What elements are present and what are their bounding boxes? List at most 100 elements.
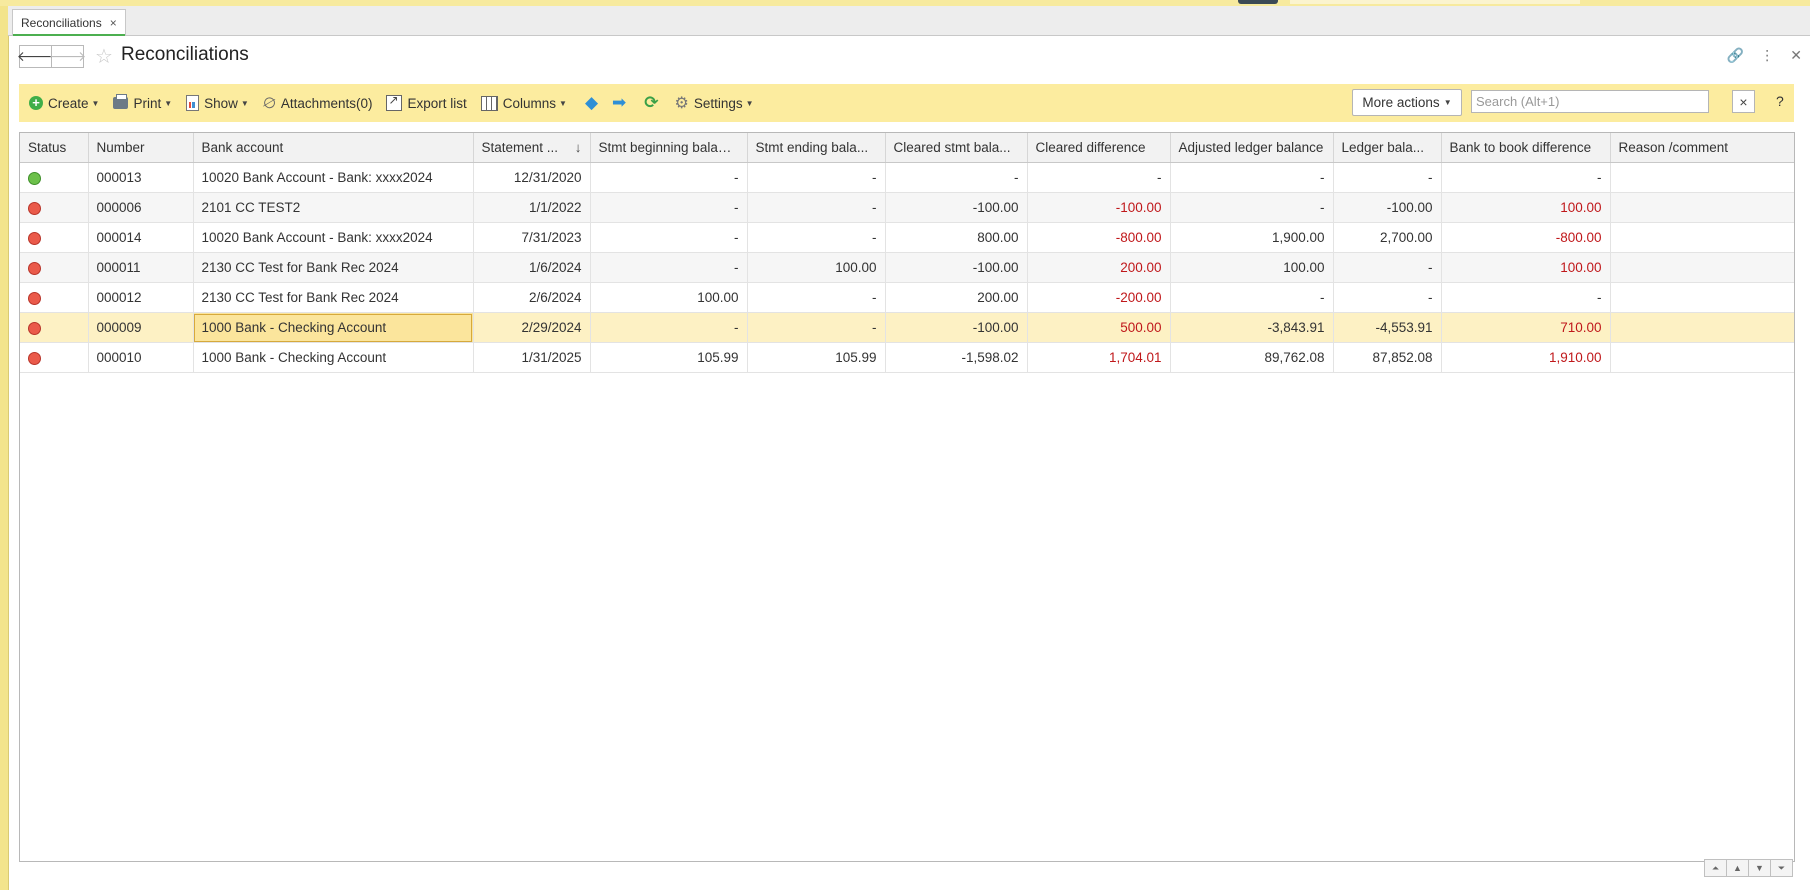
printer-icon xyxy=(113,94,129,109)
tab-reconciliations[interactable]: Reconciliations × xyxy=(12,9,126,36)
bank-to-book-difference-cell: - xyxy=(1441,162,1611,193)
page-title: Reconciliations xyxy=(121,44,249,65)
status-cell xyxy=(20,192,89,223)
table-row[interactable]: 000011 2130 CC Test for Bank Rec 2024 1/… xyxy=(20,252,1794,283)
cleared-stmt-balance-cell: -1,598.02 xyxy=(885,342,1028,373)
tab-label: Reconciliations xyxy=(21,16,102,30)
print-button[interactable]: Print ▼ xyxy=(113,94,172,111)
forward-button[interactable]: 🡒 xyxy=(49,45,86,68)
column-header-cleared-stmt-balance[interactable]: Cleared stmt bala... xyxy=(885,133,1028,163)
reason-comment-cell xyxy=(1610,312,1794,343)
table-row[interactable]: 000012 2130 CC Test for Bank Rec 2024 2/… xyxy=(20,282,1794,313)
stmt-beginning-balance-cell: - xyxy=(590,222,748,253)
columns-icon xyxy=(480,95,498,111)
back-button[interactable]: 🡐 xyxy=(17,45,54,68)
table-row[interactable]: 000010 1000 Bank - Checking Account 1/31… xyxy=(20,342,1794,373)
settings-label: Settings xyxy=(693,95,743,111)
number-cell: 000011 xyxy=(88,252,194,283)
ledger-balance-cell: -100.00 xyxy=(1333,192,1442,223)
bank-account-cell: 2130 CC Test for Bank Rec 2024 xyxy=(193,282,474,313)
reason-comment-cell xyxy=(1610,192,1794,223)
ledger-balance-cell: -4,553.91 xyxy=(1333,312,1442,343)
number-cell: 000006 xyxy=(88,192,194,223)
top-strip-light-block xyxy=(1290,0,1580,4)
status-green-icon xyxy=(28,171,41,185)
column-header-stmt-beginning-balance[interactable]: Stmt beginning balance xyxy=(590,133,748,163)
adjusted-ledger-balance-cell: 89,762.08 xyxy=(1170,342,1334,373)
status-cell xyxy=(20,222,89,253)
column-header-ledger-balance[interactable]: Ledger bala... xyxy=(1333,133,1442,163)
scroll-top-icon[interactable]: ⏶ xyxy=(1704,859,1727,877)
help-button[interactable]: ? xyxy=(1776,93,1784,109)
column-header-statement-date-label: Statement ... xyxy=(481,140,559,155)
link-icon[interactable]: 🔗 xyxy=(1727,47,1744,64)
scroll-buttons: ⏶ ▲ ▼ ⏷ xyxy=(1704,859,1793,877)
column-header-adjusted-ledger-balance[interactable]: Adjusted ledger balance xyxy=(1170,133,1334,163)
close-icon[interactable]: ✕ xyxy=(1790,47,1802,64)
number-cell: 000014 xyxy=(88,222,194,253)
bank-to-book-difference-cell: - xyxy=(1441,282,1611,313)
more-actions-button[interactable]: More actions ▼ xyxy=(1352,89,1462,116)
columns-button[interactable]: Columns ▼ xyxy=(480,95,567,111)
column-header-stmt-ending-balance[interactable]: Stmt ending bala... xyxy=(747,133,886,163)
more-vertical-icon[interactable]: ⋮ xyxy=(1760,47,1774,64)
number-cell: 000012 xyxy=(88,282,194,313)
cleared-stmt-balance-cell: -100.00 xyxy=(885,312,1028,343)
settings-button[interactable]: ⚙ Settings ▼ xyxy=(675,93,754,113)
export-icon xyxy=(386,93,403,111)
search-clear-button[interactable]: × xyxy=(1732,90,1755,113)
chevron-down-icon: ▼ xyxy=(91,98,100,108)
chevron-down-icon: ▼ xyxy=(559,98,567,108)
search-input[interactable]: Search (Alt+1) xyxy=(1471,90,1709,113)
ledger-balance-cell: - xyxy=(1333,162,1442,193)
table-row[interactable]: 000006 2101 CC TEST2 1/1/2022 - - -100.0… xyxy=(20,192,1794,223)
status-red-icon xyxy=(28,231,41,245)
column-header-statement-date[interactable]: Statement ... ↓ xyxy=(473,133,591,163)
show-label: Show xyxy=(204,95,238,111)
previous-arrow-icon[interactable]: ◆ xyxy=(585,93,598,113)
table-row[interactable]: 000013 10020 Bank Account - Bank: xxxx20… xyxy=(20,162,1794,193)
bank-to-book-difference-cell: -800.00 xyxy=(1441,222,1611,253)
statement-date-cell: 1/1/2022 xyxy=(473,192,591,223)
more-actions-label: More actions xyxy=(1362,95,1440,110)
column-header-bank-account[interactable]: Bank account xyxy=(193,133,474,163)
stmt-beginning-balance-cell: 105.99 xyxy=(590,342,748,373)
table-header-row: Status Number Bank account Statement ...… xyxy=(20,133,1794,163)
export-list-button[interactable]: Export list xyxy=(386,93,467,111)
column-header-number[interactable]: Number xyxy=(88,133,194,163)
refresh-icon[interactable]: ⟳ xyxy=(644,93,658,113)
tab-close-icon[interactable]: × xyxy=(110,16,117,30)
column-header-status[interactable]: Status xyxy=(20,133,89,163)
column-header-cleared-difference[interactable]: Cleared difference xyxy=(1027,133,1171,163)
scroll-up-icon[interactable]: ▲ xyxy=(1726,859,1749,877)
reason-comment-cell xyxy=(1610,252,1794,283)
show-button[interactable]: Show ▼ xyxy=(186,95,249,111)
export-list-label: Export list xyxy=(407,95,467,111)
favorite-star-icon[interactable]: ☆ xyxy=(95,44,113,69)
statement-date-cell: 1/31/2025 xyxy=(473,342,591,373)
status-red-icon xyxy=(28,261,41,275)
bank-account-cell: 1000 Bank - Checking Account xyxy=(193,342,474,373)
bank-account-cell-focused[interactable]: 1000 Bank - Checking Account xyxy=(193,312,474,343)
statement-date-cell: 1/6/2024 xyxy=(473,252,591,283)
chevron-down-icon: ▼ xyxy=(240,98,249,108)
reason-comment-cell xyxy=(1610,282,1794,313)
adjusted-ledger-balance-cell: 1,900.00 xyxy=(1170,222,1334,253)
scroll-down-icon[interactable]: ▼ xyxy=(1748,859,1771,877)
cleared-stmt-balance-cell: - xyxy=(885,162,1028,193)
next-arrow-icon[interactable]: ➡ xyxy=(612,93,626,113)
table-row[interactable]: 000014 10020 Bank Account - Bank: xxxx20… xyxy=(20,222,1794,253)
status-cell xyxy=(20,162,89,193)
ledger-balance-cell: - xyxy=(1333,252,1442,283)
create-button[interactable]: + Create ▼ xyxy=(29,96,99,111)
scroll-bottom-icon[interactable]: ⏷ xyxy=(1770,859,1793,877)
search-placeholder: Search (Alt+1) xyxy=(1476,94,1560,109)
stmt-ending-balance-cell: - xyxy=(747,282,886,313)
column-header-bank-to-book-difference[interactable]: Bank to book difference xyxy=(1441,133,1611,163)
column-header-reason-comment[interactable]: Reason /comment xyxy=(1610,133,1794,163)
statement-date-cell: 2/6/2024 xyxy=(473,282,591,313)
print-label: Print xyxy=(133,95,162,111)
attachments-button[interactable]: ∅ Attachments(0) xyxy=(260,93,372,113)
table-row-selected[interactable]: 000009 1000 Bank - Checking Account 2/29… xyxy=(20,312,1794,343)
bank-to-book-difference-cell: 100.00 xyxy=(1441,192,1611,223)
